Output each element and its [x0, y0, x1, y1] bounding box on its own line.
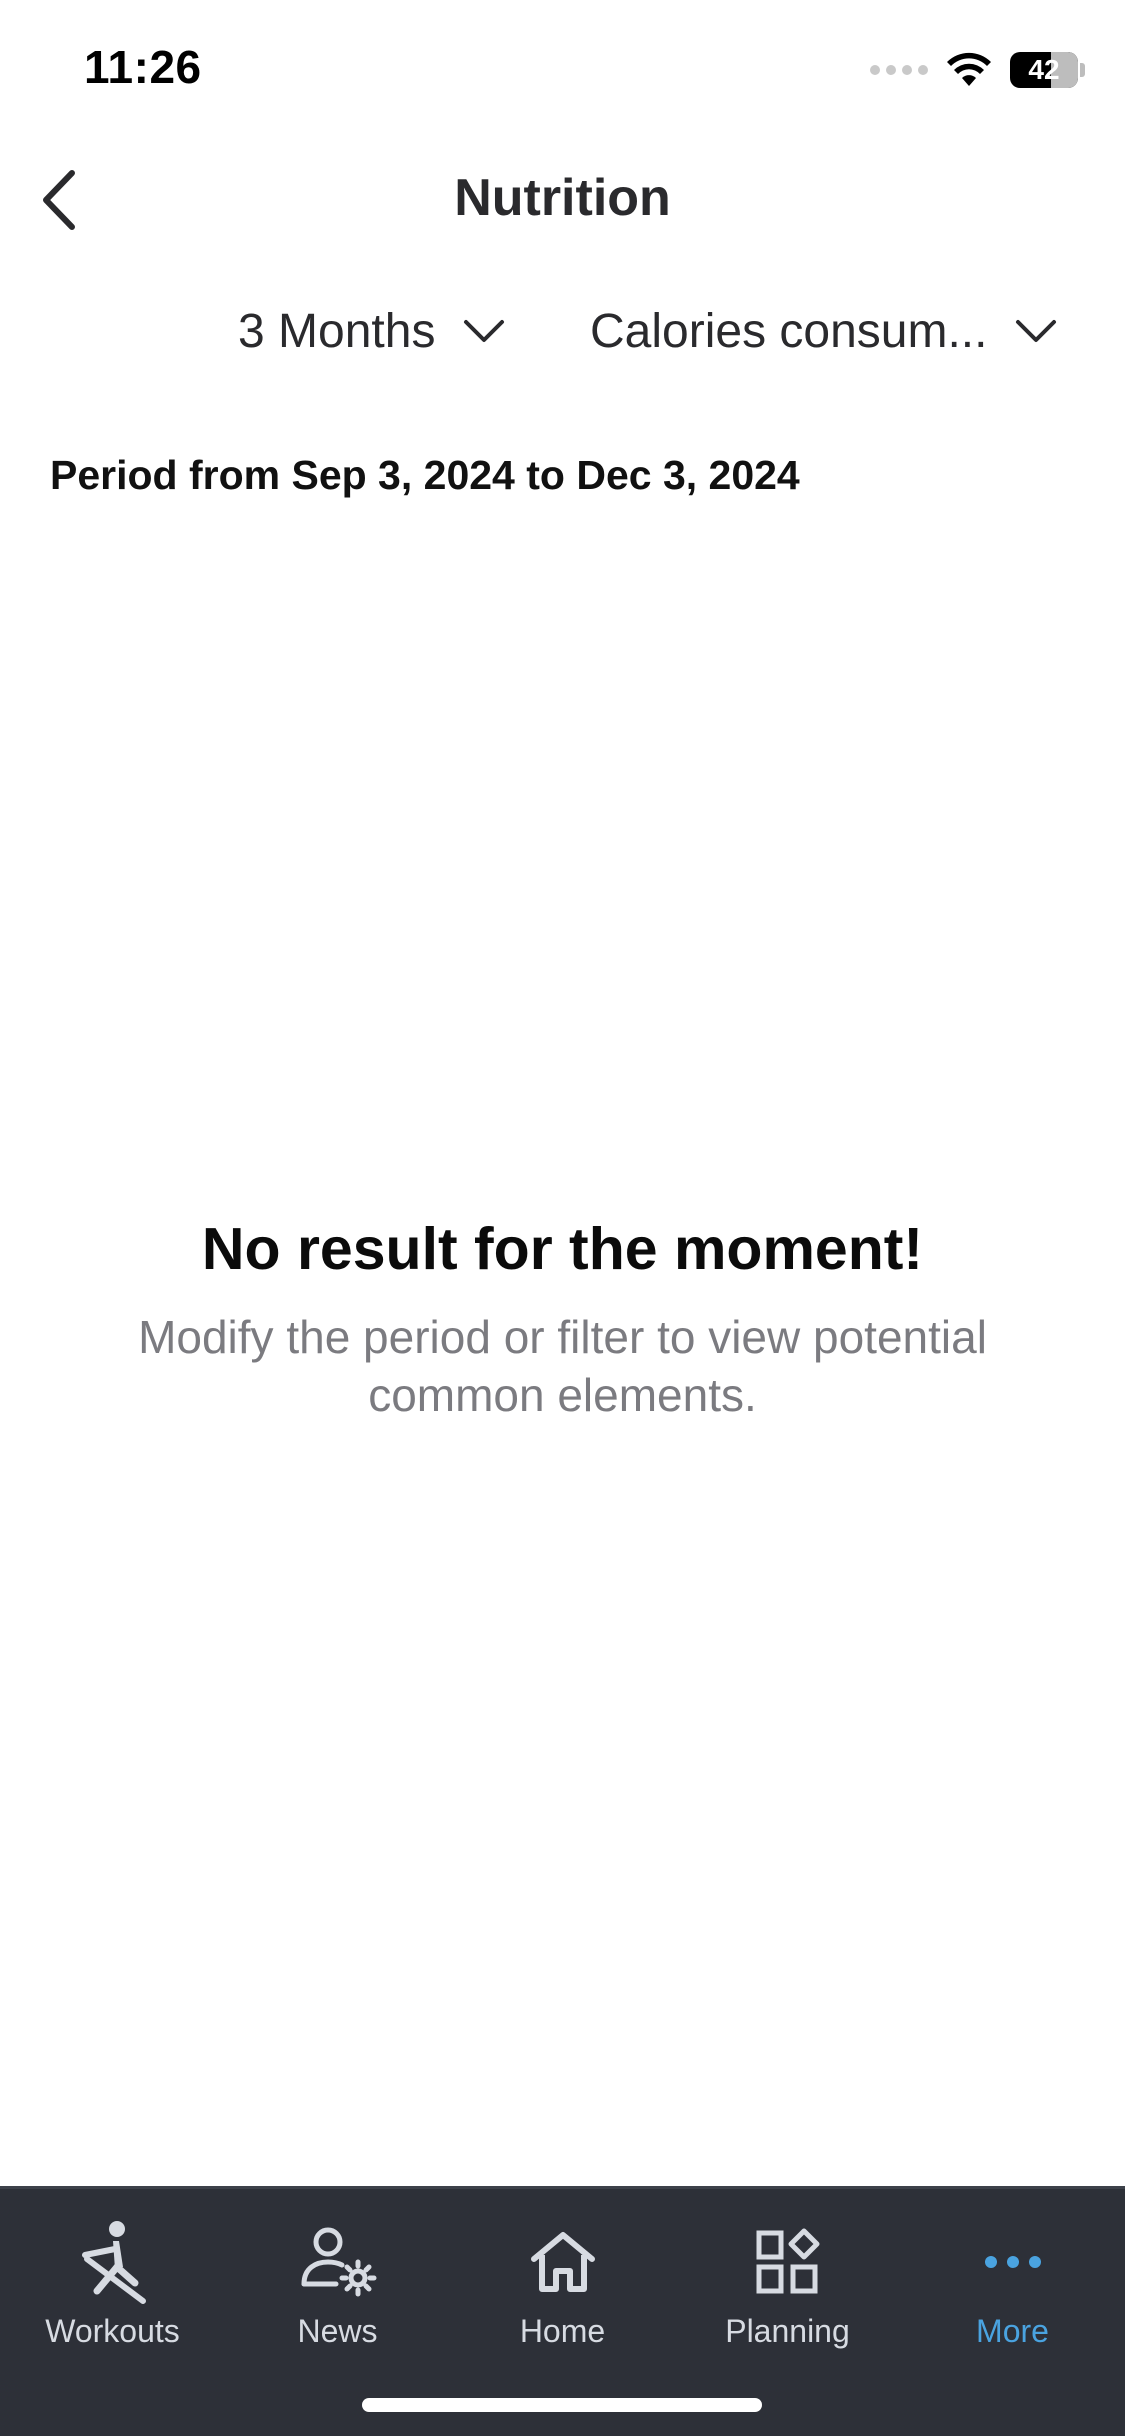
period-range-text: Period from Sep 3, 2024 to Dec 3, 2024 — [50, 452, 800, 498]
home-icon — [518, 2217, 608, 2307]
chevron-down-icon — [464, 320, 505, 342]
empty-state-title: No result for the moment! — [201, 1216, 924, 1282]
battery-level: 42 — [1028, 54, 1060, 85]
tab-bar: Workouts News Home Planning More — [0, 2186, 1125, 2436]
period-dropdown[interactable]: 3 Months — [238, 296, 505, 366]
tab-label: News — [297, 2313, 378, 2349]
empty-state-message: Modify the period or filter to view pote… — [138, 1311, 987, 1421]
wifi-icon — [947, 52, 991, 86]
widgets-icon — [743, 2217, 833, 2307]
cellular-signal-icon — [870, 65, 928, 75]
tab-label: Planning — [725, 2313, 850, 2349]
page-title: Nutrition — [454, 169, 671, 227]
tab-label: Home — [519, 2313, 606, 2349]
tab-label: Workouts — [45, 2313, 180, 2349]
battery-icon: 42 — [1010, 52, 1078, 88]
more-dots-icon — [968, 2217, 1058, 2307]
tab-home[interactable]: Home — [450, 2189, 675, 2369]
user-gear-icon — [293, 2217, 383, 2307]
tab-label: More — [976, 2313, 1049, 2349]
tab-workouts[interactable]: Workouts — [0, 2189, 225, 2369]
metric-dropdown[interactable]: Calories consum... — [590, 296, 1057, 366]
status-bar: 11:26 42 — [0, 0, 1125, 140]
metric-dropdown-value: Calories consum... — [590, 304, 988, 358]
tab-more[interactable]: More — [900, 2189, 1125, 2369]
status-indicators: 42 — [870, 48, 1085, 92]
tab-news[interactable]: News — [225, 2189, 450, 2369]
screen: 11:26 42 Nutrition 3 Months Calories con… — [0, 0, 1125, 2436]
home-indicator[interactable] — [362, 2398, 762, 2412]
chevron-down-icon — [1016, 320, 1057, 342]
navigation-bar: Nutrition — [0, 150, 1125, 250]
tab-planning[interactable]: Planning — [675, 2189, 900, 2369]
rower-icon — [68, 2217, 158, 2307]
status-time: 11:26 — [84, 41, 202, 93]
period-dropdown-value: 3 Months — [238, 304, 436, 358]
